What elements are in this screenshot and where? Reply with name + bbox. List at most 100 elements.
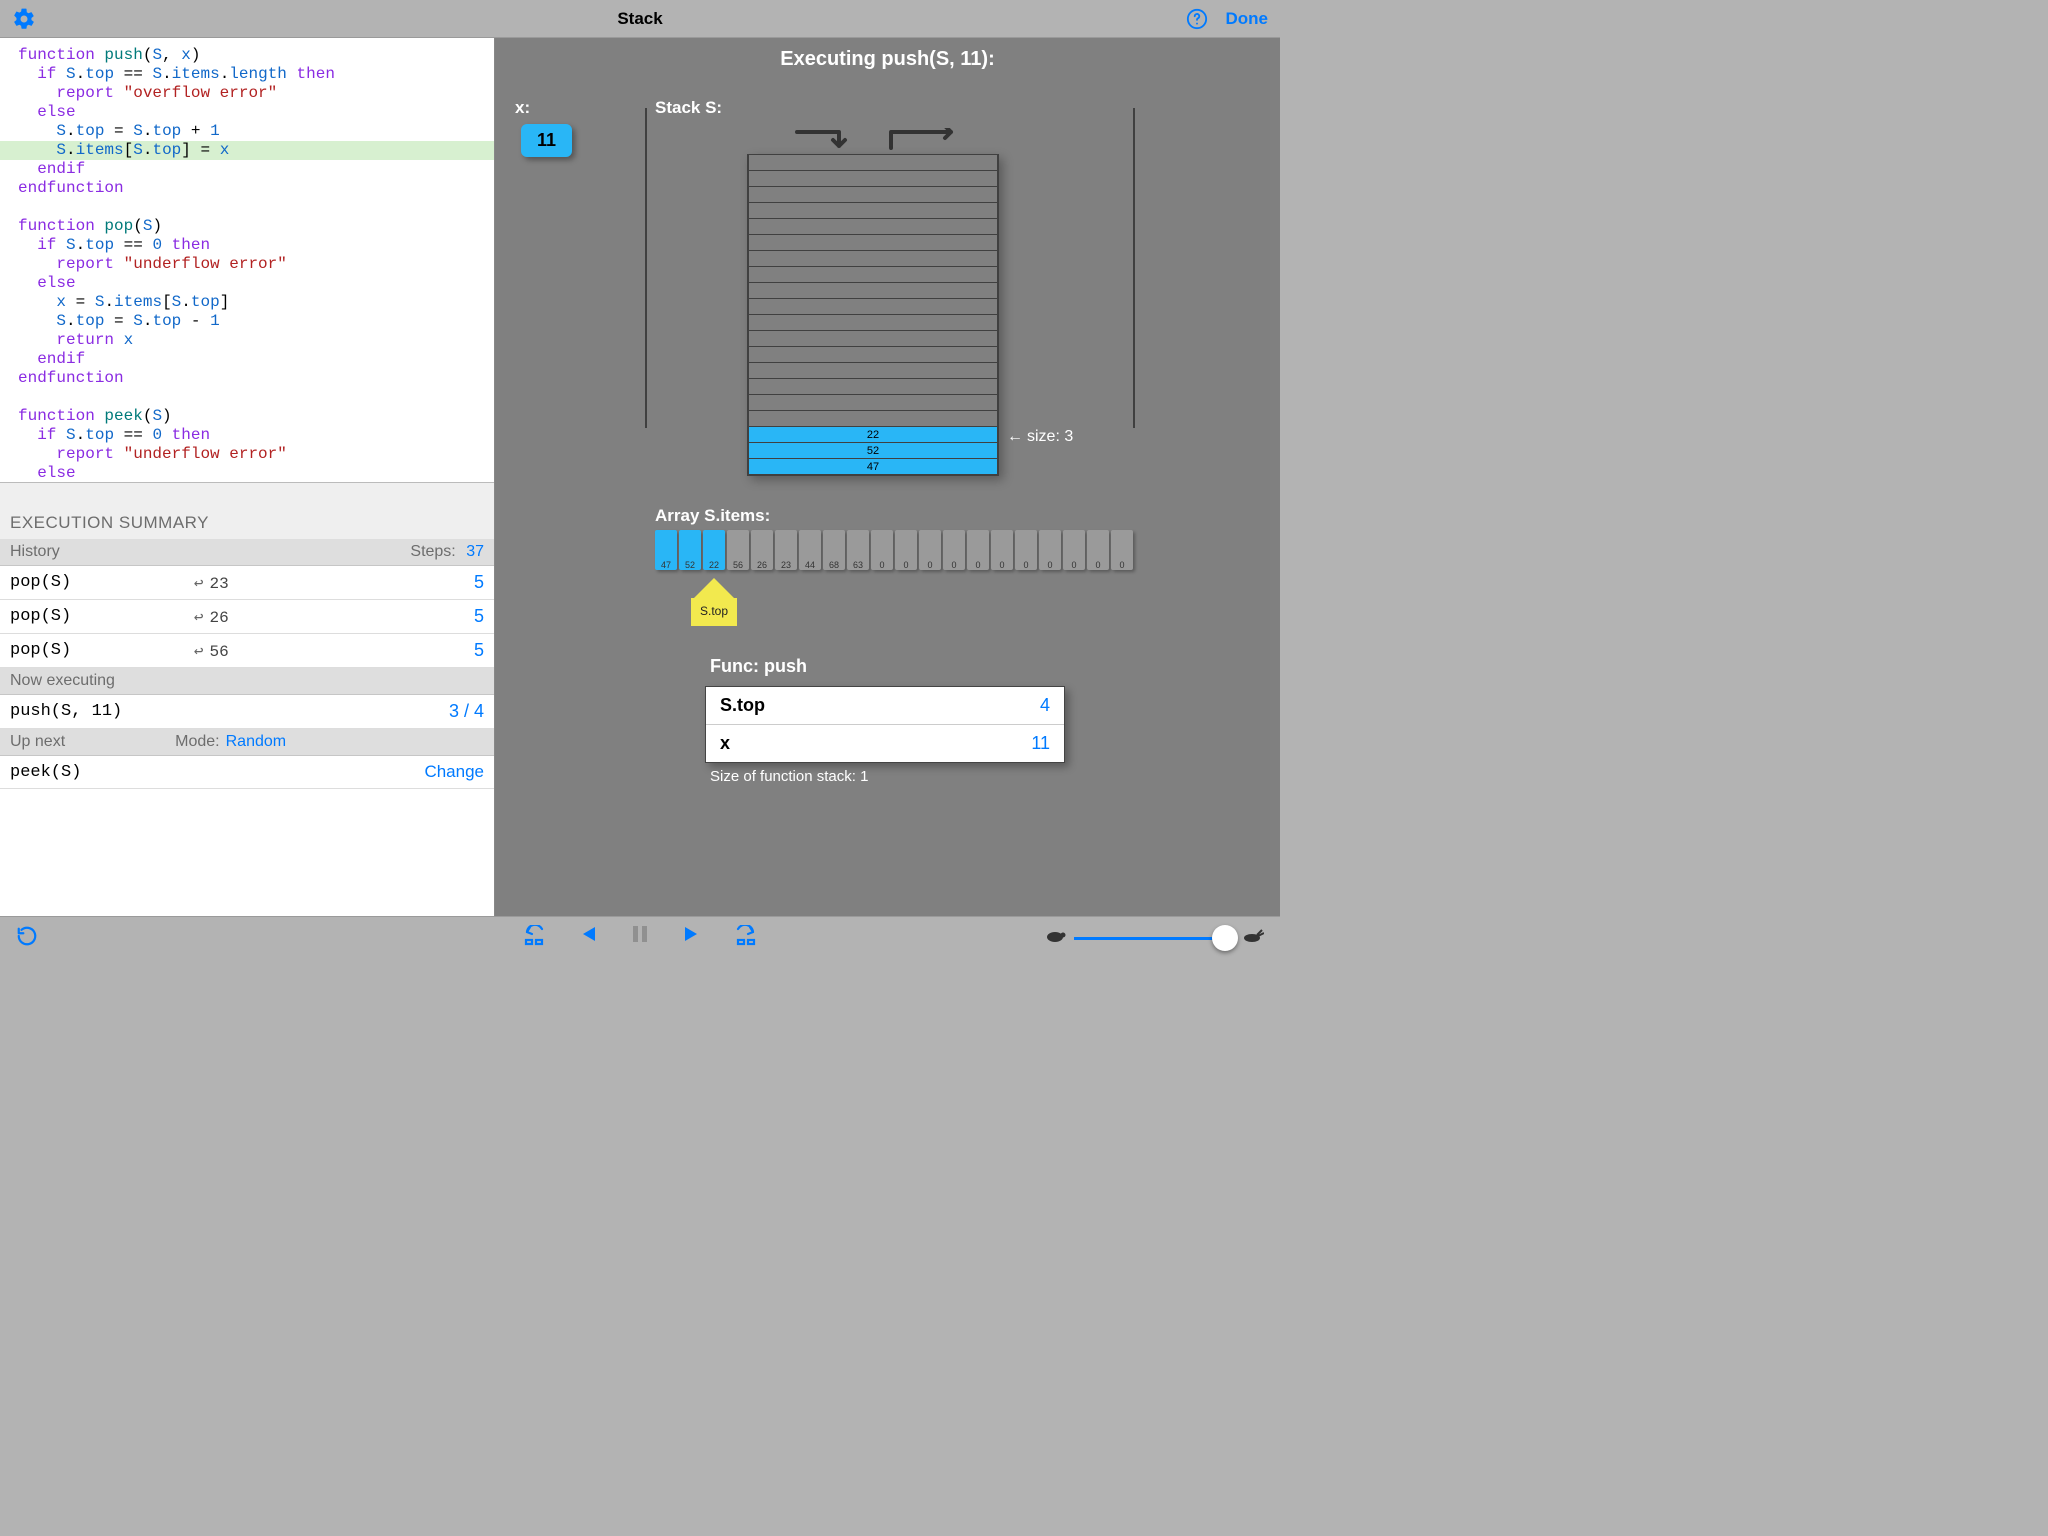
code-line — [0, 198, 494, 217]
history-header: History Steps: 37 — [0, 539, 494, 566]
code-line: endfunction — [0, 179, 494, 198]
x-value-chip: 11 — [521, 124, 572, 157]
now-executing-header: Now executing — [0, 668, 494, 695]
up-next-header: Up next Mode: Random — [0, 729, 494, 756]
array-cell: 0 — [1015, 530, 1037, 570]
push-arrow-icon — [795, 128, 855, 154]
main-split: function push(S, x) if S.top == S.items.… — [0, 38, 1280, 916]
code-line: report "underflow error" — [0, 445, 494, 464]
size-label: ←size: 3 — [1007, 428, 1073, 446]
func-table: S.top4x11 — [705, 686, 1065, 763]
pop-arrow-icon — [885, 128, 961, 154]
change-button[interactable]: Change — [424, 762, 484, 782]
history-row: pop(S)↩235 — [0, 566, 494, 600]
stack-slot — [749, 314, 997, 330]
summary-title: EXECUTION SUMMARY — [0, 483, 494, 539]
stack-slot — [749, 346, 997, 362]
code-line: function pop(S) — [0, 217, 494, 236]
code-line: function peek(S) — [0, 407, 494, 426]
arrow-left-icon: ← — [1007, 428, 1023, 445]
code-line: report "underflow error" — [0, 255, 494, 274]
pause-icon[interactable] — [632, 925, 648, 952]
step-back-over-icon[interactable] — [522, 925, 546, 952]
stack-slot — [749, 186, 997, 202]
stack-slot — [749, 170, 997, 186]
settings-icon[interactable] — [12, 7, 36, 31]
stack-slot — [749, 266, 997, 282]
code-line: x = S.items[S.top] — [0, 293, 494, 312]
code-line: else — [0, 464, 494, 482]
array-label: Array S.items: — [655, 506, 770, 526]
step-forward-icon[interactable] — [682, 925, 700, 952]
array-row: 47522256262344686300000000000 — [655, 530, 1133, 570]
step-back-icon[interactable] — [580, 925, 598, 952]
array-cell: 0 — [1039, 530, 1061, 570]
array-cell: 68 — [823, 530, 845, 570]
mode-value[interactable]: Random — [226, 733, 286, 751]
array-cell: 0 — [967, 530, 989, 570]
func-label: Func: push — [710, 656, 807, 677]
code-line: function push(S, x) — [0, 46, 494, 65]
stop-pointer: S.top — [691, 578, 737, 626]
code-line — [0, 388, 494, 407]
visualization-pane: Executing push(S, 11): x: 11 Stack S: 22… — [495, 38, 1280, 916]
code-line: endfunction — [0, 369, 494, 388]
array-cell: 0 — [943, 530, 965, 570]
func-row: S.top4 — [706, 687, 1064, 725]
code-line: if S.top == 0 then — [0, 236, 494, 255]
array-cell: 63 — [847, 530, 869, 570]
executing-title: Executing push(S, 11): — [495, 38, 1280, 71]
code-line: S.items[S.top] = x — [0, 141, 494, 160]
stack-slot — [749, 378, 997, 394]
array-cell: 44 — [799, 530, 821, 570]
code-line: endif — [0, 350, 494, 369]
help-icon[interactable] — [1186, 8, 1208, 30]
stack-slot — [749, 362, 997, 378]
speed-slider-thumb[interactable] — [1212, 925, 1238, 951]
history-row: pop(S)↩565 — [0, 634, 494, 668]
stack-slot — [749, 250, 997, 266]
code-line: return x — [0, 331, 494, 350]
array-cell: 26 — [751, 530, 773, 570]
page-title: Stack — [0, 9, 1280, 29]
code-listing: function push(S, x) if S.top == S.items.… — [0, 38, 494, 482]
array-cell: 56 — [727, 530, 749, 570]
x-label: x: — [515, 98, 530, 118]
stack-slot: 22 — [749, 426, 997, 442]
code-line: S.top = S.top + 1 — [0, 122, 494, 141]
stack-slot — [749, 202, 997, 218]
array-cell: 0 — [1087, 530, 1109, 570]
stack-slot — [749, 282, 997, 298]
array-cell: 22 — [703, 530, 725, 570]
array-cell: 0 — [1111, 530, 1133, 570]
steps-value: 37 — [466, 543, 484, 560]
step-over-icon[interactable] — [734, 925, 758, 952]
code-line: else — [0, 103, 494, 122]
code-line: else — [0, 274, 494, 293]
top-bar: Stack Done — [0, 0, 1280, 38]
stack-slot — [749, 218, 997, 234]
array-cell: 0 — [895, 530, 917, 570]
array-cell: 0 — [919, 530, 941, 570]
code-line: if S.top == S.items.length then — [0, 65, 494, 84]
array-cell: 0 — [1063, 530, 1085, 570]
history-row: pop(S)↩265 — [0, 600, 494, 634]
divider-left — [645, 108, 647, 428]
now-progress: 3 / 4 — [449, 701, 484, 722]
stack-slot: 52 — [749, 442, 997, 458]
stack-slot — [749, 410, 997, 426]
left-pane: function push(S, x) if S.top == S.items.… — [0, 38, 495, 916]
array-cell: 0 — [871, 530, 893, 570]
stack-slot — [749, 394, 997, 410]
stack-slot — [749, 234, 997, 250]
done-button[interactable]: Done — [1226, 9, 1269, 29]
stack-slot: 47 — [749, 458, 997, 474]
array-cell: 0 — [991, 530, 1013, 570]
speed-slider[interactable] — [1074, 937, 1234, 940]
stack-slot — [749, 154, 997, 170]
array-cell: 52 — [679, 530, 701, 570]
steps-label: Steps: — [410, 543, 455, 560]
code-line: report "overflow error" — [0, 84, 494, 103]
code-line: S.top = S.top - 1 — [0, 312, 494, 331]
stack-slot — [749, 330, 997, 346]
